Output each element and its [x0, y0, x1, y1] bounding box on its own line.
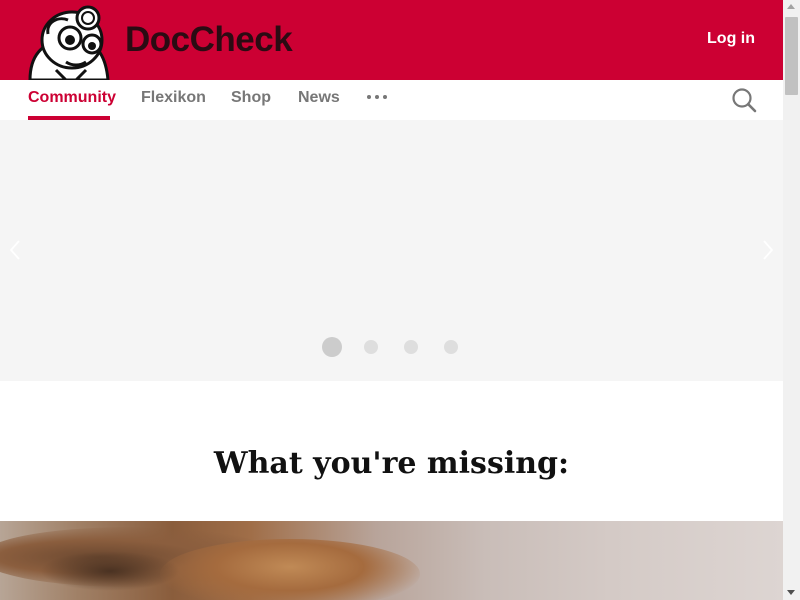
brand-name[interactable]: DocCheck: [125, 20, 293, 60]
scroll-up-arrow-icon[interactable]: [787, 4, 795, 9]
nav-item-news[interactable]: News: [298, 89, 340, 107]
carousel-dot-4[interactable]: [444, 340, 458, 354]
section-photo: [0, 521, 783, 600]
main-nav: Community Flexikon Shop News: [0, 80, 783, 121]
search-icon[interactable]: [730, 86, 758, 114]
scroll-thumb[interactable]: [785, 17, 798, 95]
page: DocCheck Log in Community Flexikon Shop …: [0, 0, 783, 600]
section-title: What you're missing:: [213, 446, 570, 481]
login-button[interactable]: Log in: [707, 30, 755, 48]
hero-carousel: [0, 120, 783, 381]
nav-item-shop[interactable]: Shop: [231, 89, 271, 107]
chevron-left-icon[interactable]: [8, 238, 22, 262]
more-horizontal-icon[interactable]: [367, 95, 389, 101]
nav-item-community[interactable]: Community: [28, 89, 116, 107]
scroll-down-arrow-icon[interactable]: [787, 590, 795, 595]
vertical-scrollbar[interactable]: [783, 0, 800, 600]
carousel-dot-3[interactable]: [404, 340, 418, 354]
site-header: DocCheck Log in: [0, 0, 783, 80]
doccheck-mascot-logo-icon[interactable]: [26, 4, 112, 80]
carousel-dot-1[interactable]: [322, 337, 342, 357]
carousel-dot-2[interactable]: [364, 340, 378, 354]
chevron-right-icon[interactable]: [761, 238, 775, 262]
nav-item-flexikon[interactable]: Flexikon: [141, 89, 206, 107]
